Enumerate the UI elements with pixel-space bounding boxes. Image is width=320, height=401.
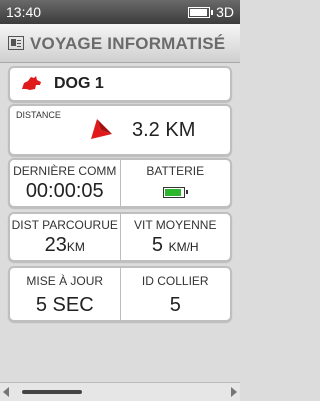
collar-id-cell: ID COLLIER 5 (119, 268, 231, 320)
gps-mode: 3D (216, 4, 234, 20)
update-rate-cell: MISE À JOUR 5 SEC (10, 268, 120, 320)
dog-icon (22, 76, 41, 90)
status-bar: 13:40 3D (0, 0, 240, 24)
last-comm-value: 00:00:05 (25, 180, 104, 202)
battery-icon (163, 187, 189, 198)
last-comm-label: DERNIÈRE COMM (13, 164, 117, 178)
dist-travelled-value: 23KM (44, 234, 85, 256)
status-time: 13:40 (6, 4, 42, 20)
update-collar-card[interactable]: MISE À JOUR 5 SEC ID COLLIER 5 (8, 266, 232, 322)
dist-travelled-cell: DIST PARCOURUE 23KM (10, 214, 120, 260)
distance-label: DISTANCE (16, 110, 61, 120)
device-battery-icon (188, 6, 214, 18)
distance-card[interactable]: DISTANCE 3.2 KM (8, 104, 232, 156)
scroll-right-icon[interactable] (231, 387, 237, 397)
avg-speed-label: VIT MOYENNE (134, 218, 217, 232)
distance-value: 3.2 KM (132, 119, 196, 141)
status-indicators: 3D (188, 4, 234, 20)
avg-speed-unit: KM/H (168, 240, 199, 254)
avg-speed-cell: VIT MOYENNE 5 KM/H (119, 214, 231, 260)
dog-selector[interactable]: DOG 1 (8, 66, 232, 102)
update-rate-value: 5 SEC (35, 294, 94, 316)
page-header: VOYAGE INFORMATISÉ (0, 24, 240, 63)
scroll-thumb[interactable] (22, 390, 82, 394)
collar-id-value: 5 (169, 294, 181, 316)
direction-arrow-icon (91, 119, 112, 139)
page-title: VOYAGE INFORMATISÉ (30, 34, 226, 53)
collar-id-label: ID COLLIER (141, 274, 209, 288)
comm-battery-card[interactable]: DERNIÈRE COMM 00:00:05 BATTERIE (8, 158, 232, 208)
scroll-left-icon[interactable] (3, 387, 9, 397)
last-comm-cell: DERNIÈRE COMM 00:00:05 (10, 160, 120, 206)
avg-speed-value: 5 KM/H (151, 234, 199, 256)
horizontal-scrollbar[interactable] (0, 382, 240, 401)
collar-battery-cell: BATTERIE (119, 160, 231, 206)
dog-name: DOG 1 (54, 75, 104, 92)
document-icon (8, 36, 24, 50)
collar-battery-label: BATTERIE (146, 164, 205, 178)
update-rate-label: MISE À JOUR (26, 274, 104, 288)
dist-travelled-label: DIST PARCOURUE (11, 218, 118, 232)
distance-speed-card[interactable]: DIST PARCOURUE 23KM VIT MOYENNE 5 KM/H (8, 212, 232, 262)
dist-travelled-unit: KM (66, 240, 85, 254)
